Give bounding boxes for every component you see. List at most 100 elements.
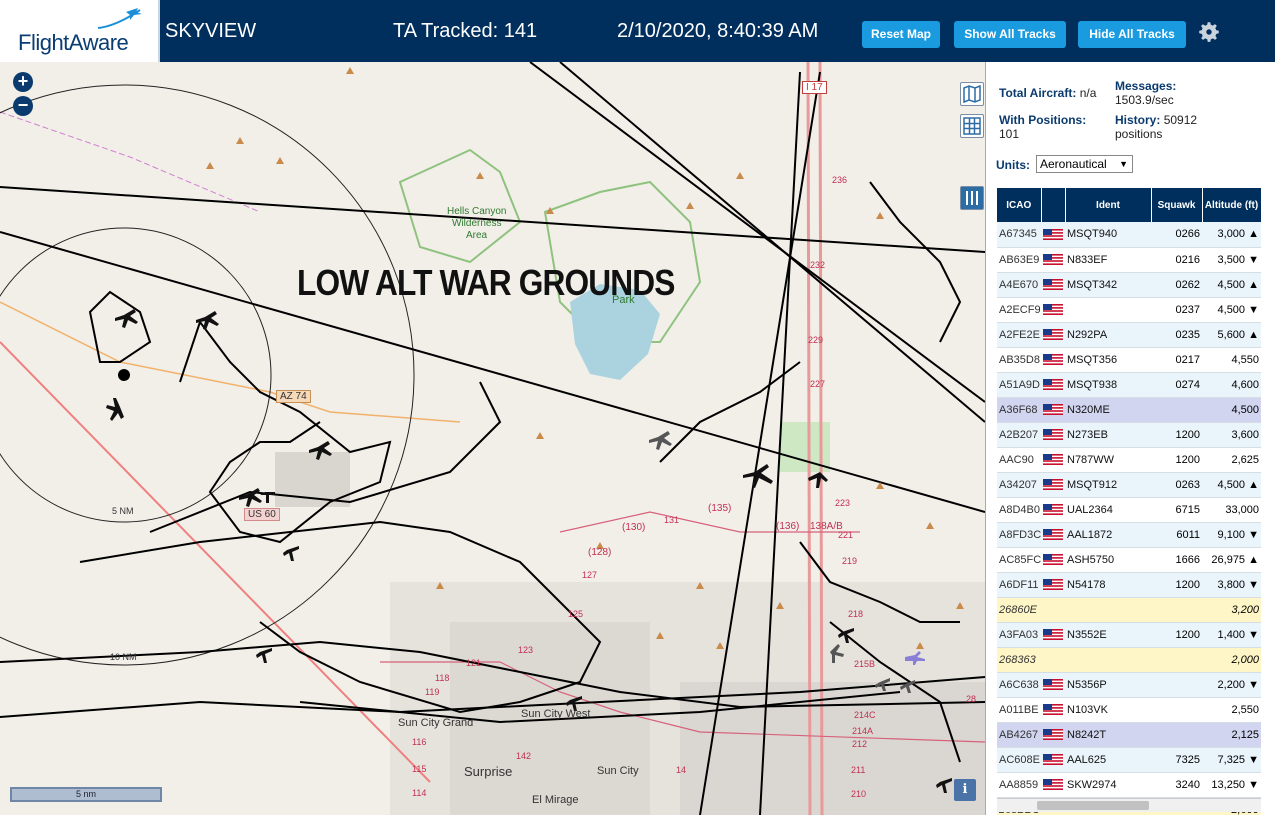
column-header[interactable]: Ident [1065,188,1152,222]
squawk-cell: 1666 [1151,547,1202,573]
history-value: 50912 [1163,113,1198,127]
flag-cell [1041,722,1065,748]
zoom-out-button[interactable]: − [13,96,33,116]
table-row[interactable]: A8FD3C AAL1872 6011 9,100 ▼ [997,522,1261,548]
flag-cell [1041,447,1065,473]
columns-icon[interactable] [960,186,984,210]
table-row[interactable]: A6DF11 N54178 1200 3,800 ▼ [997,572,1261,598]
total-aircraft-stat: Total Aircraft: n/a [999,86,1096,100]
mile-label: 218 [848,609,864,619]
mile-label: 127 [582,570,598,580]
us60-label: US 60 [244,508,280,521]
zoom-in-button[interactable]: + [13,72,33,92]
us-flag-icon [1043,429,1063,441]
us-flag-icon [1043,329,1063,341]
icao-cell: A6DF11 [997,572,1041,598]
history-label: History: [1115,113,1161,127]
table-row[interactable]: A2ECF9 0237 4,500 ▼ [997,297,1261,323]
altitude-cell: 3,800 ▼ [1202,572,1261,598]
squawk-cell: 1200 [1151,422,1202,448]
column-header[interactable]: Squawk [1151,188,1203,222]
grid-icon[interactable] [960,114,984,138]
table-row[interactable]: AB4267 N8242T 2,125 [997,722,1261,748]
map-view[interactable]: Hells Canyon Wilderness Area Park AZ 74 … [0,62,985,815]
flightaware-logo[interactable]: FlightAware [0,0,160,62]
chevron-down-icon: ▼ [1119,159,1128,169]
column-header[interactable]: Altitude (ft) [1202,188,1262,222]
show-all-tracks-button[interactable]: Show All Tracks [954,21,1066,48]
table-row[interactable]: AC608E AAL625 7325 7,325 ▼ [997,747,1261,773]
gear-icon[interactable] [1196,19,1222,45]
table-row[interactable]: A51A9D MSQT938 0274 4,600 [997,372,1261,398]
table-row[interactable]: A36F68 N320ME 4,500 [997,397,1261,423]
mile-label: 212 [852,739,868,749]
icao-cell: AB35D8 [997,347,1041,373]
squawk-cell: 7325 [1151,747,1202,773]
table-row[interactable]: 268363 2,000 [997,647,1261,673]
flag-cell [1041,672,1065,698]
mile-label: 229 [808,335,824,345]
table-row[interactable]: 26860E 3,200 [997,597,1261,623]
aircraft-sidebar: Total Aircraft: n/a Messages: 1503.9/sec… [985,62,1275,815]
table-row[interactable]: A2FE2E N292PA 0235 5,600 ▲ [997,322,1261,348]
map-layer-icon[interactable] [960,82,984,106]
table-row[interactable]: AB35D8 MSQT356 0217 4,550 [997,347,1261,373]
squawk-cell: 0262 [1151,272,1202,298]
us-flag-icon [1043,729,1063,741]
ident-cell [1065,647,1151,673]
us-flag-icon [1043,529,1063,541]
column-header[interactable]: ICAO [997,188,1042,222]
overlay-annotation: LOW ALT WAR GROUNDS [297,262,675,303]
icao-cell: AB63E9 [997,247,1041,273]
table-row[interactable]: A2B207 N273EB 1200 3,600 [997,422,1261,448]
us-flag-icon [1043,379,1063,391]
az74-label: AZ 74 [276,390,311,403]
info-icon[interactable]: i [954,779,976,801]
el-mirage-label: El Mirage [532,794,579,806]
table-row[interactable]: AA8859 SKW2974 3240 13,250 ▼ [997,772,1261,798]
table-row[interactable]: A6C638 N5356P 2,200 ▼ [997,672,1261,698]
squawk-cell: 0216 [1151,247,1202,273]
reset-map-button[interactable]: Reset Map [862,21,940,48]
ident-cell: MSQT342 [1065,272,1151,298]
table-row[interactable]: A3FA03 N3552E 1200 1,400 ▼ [997,622,1261,648]
ident-cell: ASH5750 [1065,547,1151,573]
mile-label: 119 [425,687,440,697]
altitude-cell: 3,000 ▲ [1202,222,1261,248]
hide-all-tracks-button[interactable]: Hide All Tracks [1078,21,1186,48]
altitude-cell: 9,100 ▼ [1202,522,1261,548]
messages-stat: Messages: 1503.9/sec [1115,79,1176,107]
column-header[interactable] [1041,188,1066,222]
squawk-cell: 0235 [1151,322,1202,348]
us-flag-icon [1043,679,1063,691]
squawk-cell: 6715 [1151,497,1202,523]
altitude-cell: 2,550 [1202,697,1261,723]
table-row[interactable]: A8D4B0 UAL2364 6715 33,000 [997,497,1261,523]
ident-cell: N320ME [1065,397,1151,423]
altitude-cell: 2,200 ▼ [1202,672,1261,698]
icao-cell: AAC90 [997,447,1041,473]
table-row[interactable]: A4E670 MSQT342 0262 4,500 ▲ [997,272,1261,298]
flag-cell [1041,222,1065,248]
table-row[interactable]: A011BE N103VK 2,550 [997,697,1261,723]
altitude-cell: 7,325 ▼ [1202,747,1261,773]
history-unit: positions [1115,127,1163,141]
table-row[interactable]: AB63E9 N833EF 0216 3,500 ▼ [997,247,1261,273]
icao-cell: AB4267 [997,722,1041,748]
scrollbar-thumb[interactable] [1037,801,1149,810]
positions-stat: With Positions: 101 [999,113,1086,141]
units-select[interactable]: Aeronautical ▼ [1036,155,1133,173]
table-row[interactable]: AAC90 N787WW 1200 2,625 [997,447,1261,473]
us-flag-icon [1043,629,1063,641]
icao-cell: A34207 [997,472,1041,498]
ident-cell: SKW2974 [1065,772,1151,798]
table-row[interactable]: A34207 MSQT912 0263 4,500 ▲ [997,472,1261,498]
horizontal-scrollbar[interactable] [997,798,1261,812]
ident-cell: MSQT938 [1065,372,1151,398]
altitude-cell: 2,000 [1202,647,1261,673]
altitude-cell: 1,400 ▼ [1202,622,1261,648]
table-row[interactable]: AC85FC ASH5750 1666 26,975 ▲ [997,547,1261,573]
surprise-label: Surprise [464,764,513,779]
flag-cell [1041,572,1065,598]
table-row[interactable]: A67345 MSQT940 0266 3,000 ▲ [997,222,1261,248]
